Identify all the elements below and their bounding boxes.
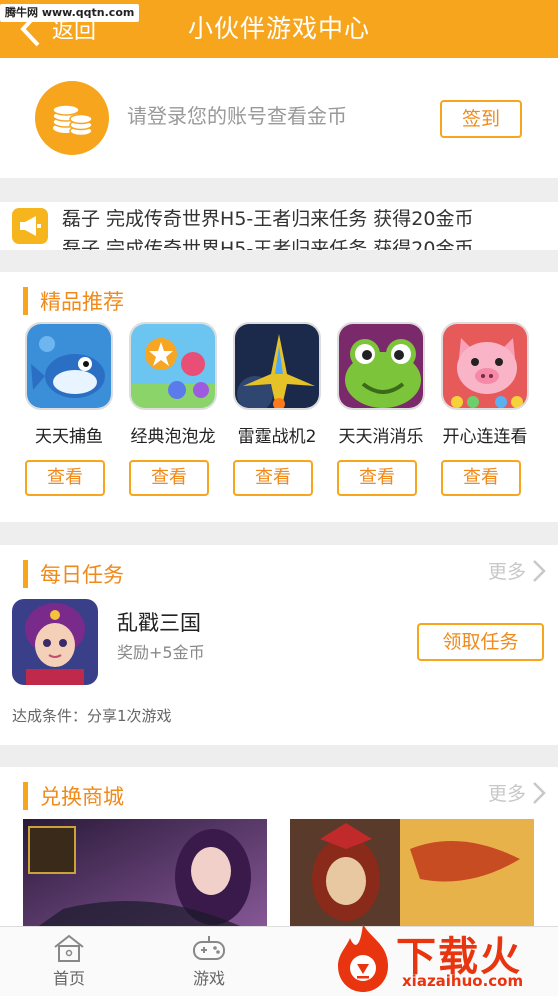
task-name: 乱戳三国 (117, 611, 201, 635)
daily-task-section: 每日任务 更多 乱戳三国 奖励+5金币 领取任务 达成条件：分享1次游戏 (0, 545, 558, 745)
task-reward: 奖励+5金币 (117, 643, 205, 662)
view-button[interactable]: 查看 (129, 460, 209, 496)
tab-label: 游戏 (192, 969, 225, 988)
home-icon (54, 934, 84, 962)
section-title: 每日任务 (40, 563, 124, 587)
bubble-game-icon[interactable] (129, 322, 217, 410)
notice-ticker: 磊子 完成传奇世界H5-王者归来任务 获得20金币 磊子 完成传奇世界H5-王者… (0, 202, 558, 250)
chevron-right-icon (533, 559, 546, 582)
task-condition: 达成条件：分享1次游戏 (12, 707, 172, 725)
view-button[interactable]: 查看 (233, 460, 313, 496)
game-item[interactable]: 天天消消乐 查看 (329, 322, 433, 496)
pig-game-icon[interactable] (441, 322, 529, 410)
more-label: 更多 (487, 783, 526, 805)
notice-line: 磊子 完成传奇世界H5-王者归来任务 获得20金币 (62, 208, 474, 230)
game-name: 天天消消乐 (338, 427, 424, 447)
section-title: 兑换商城 (40, 785, 124, 809)
fishing-game-icon[interactable] (25, 322, 113, 410)
section-bar (23, 782, 28, 810)
view-button[interactable]: 查看 (25, 460, 105, 496)
site-logo: 下载火 xiazaihuo.com (330, 922, 558, 996)
tab-games[interactable]: 游戏 (174, 933, 244, 989)
recommend-section: 精品推荐 天天捕鱼 查看 经典泡泡龙 查看 雷霆战机2 查看 天天消消乐 查看 … (0, 272, 558, 522)
section-header: 每日任务 (23, 559, 124, 589)
top-bar: 返回 小伙伴游戏中心 腾牛网 www.qqtn.com (0, 0, 558, 58)
section-header: 兑换商城 (23, 781, 124, 811)
fighter-jet-game-icon[interactable] (233, 322, 321, 410)
view-button[interactable]: 查看 (441, 460, 521, 496)
watermark: 腾牛网 www.qqtn.com (0, 4, 140, 22)
game-item[interactable]: 雷霆战机2 查看 (225, 322, 329, 496)
tab-home[interactable]: 首页 (34, 933, 104, 989)
login-card: 请登录您的账号查看金币 签到 (0, 58, 558, 178)
section-title: 精品推荐 (40, 290, 124, 314)
signin-button[interactable]: 签到 (440, 100, 522, 138)
game-item[interactable]: 开心连连看 查看 (433, 322, 537, 496)
game-item[interactable]: 天天捕鱼 查看 (17, 322, 121, 496)
shop-banner-image[interactable] (23, 819, 267, 937)
exchange-shop-section: 兑换商城 更多 (0, 767, 558, 937)
coin-icon (35, 81, 109, 155)
more-link[interactable]: 更多 (488, 779, 546, 806)
game-item[interactable]: 经典泡泡龙 查看 (121, 322, 225, 496)
game-name: 雷霆战机2 (237, 427, 317, 447)
game-name: 开心连连看 (442, 427, 528, 447)
notice-line: 磊子 完成传奇世界H5-王者归来任务 获得20金币 (62, 238, 474, 250)
megaphone-icon (12, 208, 48, 244)
more-link[interactable]: 更多 (488, 557, 546, 584)
task-game-icon[interactable] (12, 599, 98, 685)
shop-banner-image[interactable] (290, 819, 534, 937)
more-label: 更多 (487, 561, 526, 583)
view-button[interactable]: 查看 (337, 460, 417, 496)
flame-logo-icon (338, 924, 388, 992)
logo-subtext: xiazaihuo.com (402, 972, 524, 990)
section-bar (23, 560, 28, 588)
login-prompt[interactable]: 请登录您的账号查看金币 (127, 100, 347, 129)
section-header: 精品推荐 (23, 286, 124, 316)
claim-task-button[interactable]: 领取任务 (417, 623, 544, 661)
chevron-right-icon (533, 781, 546, 804)
game-name: 天天捕鱼 (35, 427, 103, 447)
frog-game-icon[interactable] (337, 322, 425, 410)
tab-label: 首页 (52, 969, 85, 988)
game-name: 经典泡泡龙 (130, 427, 216, 447)
gamepad-icon (193, 936, 225, 960)
section-bar (23, 287, 28, 315)
